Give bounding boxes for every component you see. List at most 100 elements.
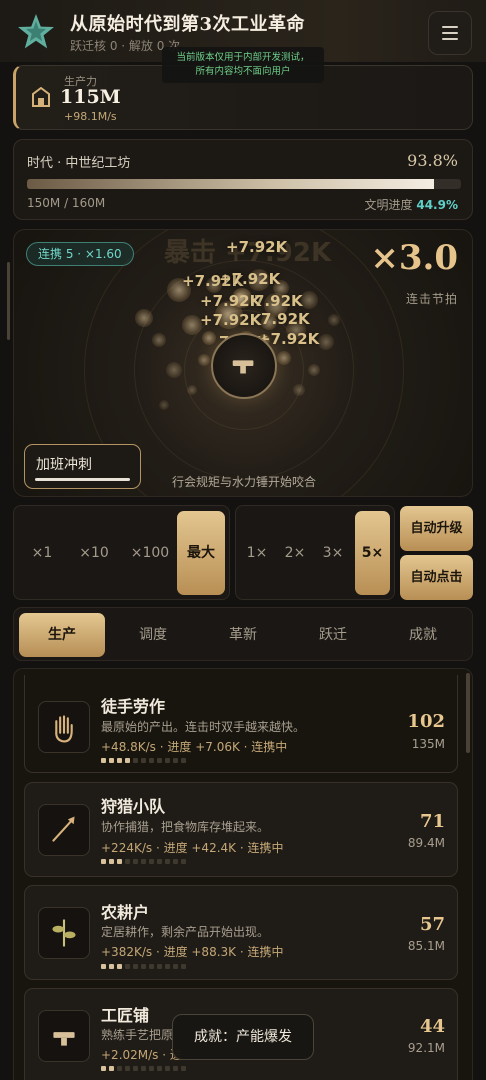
productivity-rate: +98.1M/s xyxy=(64,110,117,123)
main-tabs: 生产 调度 革新 跃迁 成就 xyxy=(13,607,473,661)
speed-2x-option[interactable]: 2× xyxy=(278,508,312,598)
item-description: 协作捕猎，把食物库存堆起来。 xyxy=(101,820,270,834)
dev-notice: 当前版本仅用于内部开发测试， 所有内容均不面向用户 xyxy=(162,47,324,83)
spark-particle xyxy=(293,384,305,396)
arena-caption: 行会规矩与水力锤开始咬合 xyxy=(171,475,316,489)
production-item[interactable]: 狩猎小队 协作捕猎，把食物库存堆起来。 +224K/s · 进度 +42.4K … xyxy=(24,782,458,877)
level-pip xyxy=(117,964,122,969)
combo-beat-label: 连击节拍 xyxy=(405,292,458,306)
spark-particle xyxy=(198,354,210,366)
era-card: 时代 · 中世纪工坊 93.8% 150M / 160M 文明进度 44.9% xyxy=(13,139,473,220)
hand-icon xyxy=(55,715,73,743)
level-pip xyxy=(173,758,178,763)
item-stats: +382K/s · 进度 +88.3K · 连携中 xyxy=(101,945,284,959)
menu-button[interactable] xyxy=(428,11,472,55)
level-pip xyxy=(165,859,170,864)
level-pip xyxy=(125,758,130,763)
level-pip xyxy=(141,859,146,864)
level-pip xyxy=(173,859,178,864)
level-pip xyxy=(117,758,122,763)
spark-particle xyxy=(166,362,182,378)
item-name: 徒手劳作 xyxy=(101,697,166,716)
edge-handle xyxy=(7,262,10,340)
buy-x1-option[interactable]: ×1 xyxy=(18,508,66,598)
level-pip xyxy=(125,1066,130,1071)
level-pip xyxy=(165,758,170,763)
level-pip xyxy=(125,859,130,864)
speed-5x-option[interactable]: 5× xyxy=(355,511,390,595)
item-icon-box xyxy=(38,907,90,959)
spark-particle xyxy=(182,315,202,335)
level-pip xyxy=(101,859,106,864)
level-pip xyxy=(149,1066,154,1071)
item-cost: 85.1M xyxy=(407,939,445,953)
level-pip xyxy=(101,964,106,969)
tab-achievements[interactable]: 成就 xyxy=(380,613,466,657)
item-stats: +224K/s · 进度 +42.4K · 连携中 xyxy=(101,841,284,855)
era-percent: 93.8% xyxy=(407,151,458,170)
level-pip xyxy=(109,964,114,969)
tab-innovation[interactable]: 革新 xyxy=(200,613,286,657)
item-stats: +48.8K/s · 进度 +7.06K · 连携中 xyxy=(101,740,288,754)
level-pip xyxy=(181,964,186,969)
level-pip xyxy=(173,1066,178,1071)
level-pip xyxy=(157,964,162,969)
era-label: 时代 · 中世纪工坊 xyxy=(27,156,131,171)
tap-core-button[interactable] xyxy=(211,333,277,399)
buy-x10-option[interactable]: ×10 xyxy=(70,508,118,598)
level-pip xyxy=(181,758,186,763)
anvil-icon xyxy=(232,360,254,374)
speed-1x-option[interactable]: 1× xyxy=(240,508,274,598)
era-count: 150M / 160M xyxy=(27,196,106,210)
damage-popup: +7.92K xyxy=(219,270,281,288)
tab-dispatch[interactable]: 调度 xyxy=(110,613,196,657)
productivity-value: 115M xyxy=(60,86,121,108)
spark-particle xyxy=(308,364,320,376)
click-arena[interactable]: 暴击 +7.92K +7.92K +7.92K +7.92K 7.92K +7.… xyxy=(13,229,473,497)
item-icon-box xyxy=(38,701,90,753)
level-pip xyxy=(149,758,154,763)
item-level: 71 xyxy=(419,811,445,832)
spear-icon xyxy=(52,816,75,842)
level-pip xyxy=(173,964,178,969)
auto-upgrade-button[interactable]: 自动升级 xyxy=(400,506,473,551)
auto-click-button[interactable]: 自动点击 xyxy=(400,555,473,600)
spark-particle xyxy=(187,385,197,395)
tab-leap[interactable]: 跃迁 xyxy=(290,613,376,657)
item-icon-box xyxy=(38,1010,90,1062)
level-pip xyxy=(181,1066,186,1071)
speed-selector: 1× 2× 3× 5× xyxy=(235,505,395,600)
production-item[interactable]: 农耕户 定居耕作，剩余产品开始出现。 +382K/s · 进度 +88.3K ·… xyxy=(24,885,458,980)
production-item[interactable]: 徒手劳作 最原始的产出。连击时双手越来越快。 +48.8K/s · 进度 +7.… xyxy=(24,675,458,773)
item-level: 102 xyxy=(407,711,445,732)
level-pip xyxy=(101,1066,106,1071)
era-progress-fill xyxy=(27,179,435,189)
buy-max-option[interactable]: 最大 xyxy=(177,511,225,595)
level-pip xyxy=(141,758,146,763)
level-pip xyxy=(157,859,162,864)
level-pip xyxy=(109,1066,114,1071)
damage-popup: +7.92K xyxy=(200,311,262,329)
spark-particle xyxy=(135,309,153,327)
combo-badge: 连携 5 · ×1.60 xyxy=(26,242,134,266)
level-pip xyxy=(125,964,130,969)
level-pip xyxy=(165,964,170,969)
item-icon-box xyxy=(38,804,90,856)
level-pip xyxy=(149,964,154,969)
spark-particle xyxy=(159,400,169,410)
tab-production[interactable]: 生产 xyxy=(19,613,105,657)
era-progress-bar xyxy=(27,179,461,189)
item-cost: 135M xyxy=(411,737,445,751)
damage-popup: 7.92K xyxy=(261,310,310,328)
level-pip xyxy=(181,859,186,864)
level-pip xyxy=(165,1066,170,1071)
item-description: 熟练手艺把原 xyxy=(101,1028,174,1042)
list-scrollbar[interactable] xyxy=(466,673,470,753)
speed-3x-option[interactable]: 3× xyxy=(316,508,350,598)
buy-x100-option[interactable]: ×100 xyxy=(122,508,178,598)
star-icon xyxy=(18,14,54,49)
buy-amount-selector: ×1 ×10 ×100 最大 xyxy=(13,505,230,600)
level-pip xyxy=(133,964,138,969)
damage-popup: 7.92K xyxy=(254,292,303,310)
damage-popup: +7.92K xyxy=(200,292,262,310)
